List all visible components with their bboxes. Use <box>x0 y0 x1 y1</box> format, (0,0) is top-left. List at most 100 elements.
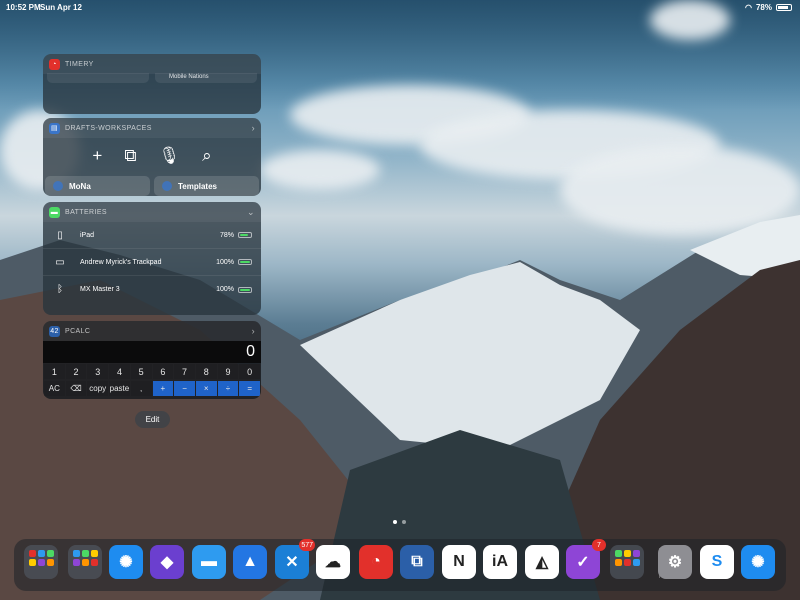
calc-key[interactable]: + <box>152 381 174 396</box>
calc-key[interactable]: − <box>174 381 195 396</box>
airtable-icon: ◭ <box>535 554 549 571</box>
dock-app-folder-3[interactable] <box>610 545 644 579</box>
timery-header[interactable]: ◔ TIMERY <box>43 54 261 74</box>
calc-key[interactable]: ⌫ <box>65 381 87 396</box>
dock-app-tweetbot-tasks[interactable]: ✕ 577 <box>275 539 315 579</box>
trackpad-icon: ▭ <box>55 256 65 268</box>
battery-row: ▯ iPad 78% <box>43 222 261 249</box>
status-right: ◠ 78% <box>745 3 792 12</box>
dock-app-safari[interactable]: ✺ <box>109 545 143 579</box>
battery-row: ▭ Andrew Myrick's Trackpad 100% <box>43 249 261 276</box>
workspace-button-templates[interactable]: Templates <box>154 176 259 196</box>
drafts-icon: ▤ <box>49 122 60 134</box>
drafts-actions: + ⧉ 🎙 ⌕ <box>43 138 261 176</box>
workspace-button-mona[interactable]: MoNa <box>45 176 150 196</box>
battery-level-fill <box>240 234 248 236</box>
dock-app-timery[interactable]: ◔ <box>359 545 393 579</box>
dock-app-airtable[interactable]: ◭ <box>525 545 559 579</box>
plus-icon[interactable]: + <box>92 146 102 176</box>
copy-icon[interactable]: ⧉ <box>124 146 136 176</box>
notification-badge: 577 <box>299 539 315 551</box>
drafts-workspace-buttons: MoNa Templates <box>43 176 261 196</box>
timery-chip[interactable] <box>47 73 149 83</box>
status-date: Sun Apr 12 <box>40 3 82 12</box>
dock-app-settings[interactable]: ⚙ <box>658 545 692 579</box>
calc-key[interactable]: AC <box>44 381 65 396</box>
device-percent: 100% <box>216 286 234 293</box>
settings-icon: ⚙ <box>667 554 683 571</box>
timery-title: TIMERY <box>65 60 94 68</box>
battery-level-bar <box>238 286 252 293</box>
calc-key[interactable]: 7 <box>174 364 195 379</box>
calc-key[interactable]: paste <box>109 381 130 396</box>
workspace-label: Templates <box>178 181 217 191</box>
drafts-widget[interactable]: ▤ DRAFTS-WORKSPACES › + ⧉ 🎙 ⌕ MoNa Templ… <box>43 118 261 196</box>
dock-app-omnifocus[interactable]: ✓ 7 <box>566 539 606 579</box>
timery-chips: Mobile Nations <box>43 73 261 83</box>
workspace-label: MoNa <box>69 181 91 191</box>
tweetbot-tasks-icon: ✕ <box>285 554 299 571</box>
dock-app-ia-writer[interactable]: iA <box>483 545 517 579</box>
calc-key[interactable]: ÷ <box>217 381 239 396</box>
spark-icon: ▲ <box>242 553 258 570</box>
dock-app-skype[interactable]: S <box>700 545 734 579</box>
drafts-header[interactable]: ▤ DRAFTS-WORKSPACES › <box>43 118 261 138</box>
dock-app-shortcuts[interactable]: ◆ <box>150 545 184 579</box>
timery-chip[interactable]: Mobile Nations <box>155 73 257 83</box>
notification-badge: 7 <box>592 539 606 551</box>
page-indicator[interactable] <box>393 520 406 524</box>
microphone-icon[interactable]: 🎙 <box>158 146 180 176</box>
calc-key[interactable]: 3 <box>87 364 109 379</box>
skype-icon: S <box>711 553 723 570</box>
dock-app-screens[interactable]: ⧉ <box>400 545 434 579</box>
edit-button[interactable]: Edit <box>135 411 170 428</box>
battery-row: ᛒ MX Master 3 100% <box>43 276 261 303</box>
dock-app-spark[interactable]: ▲ <box>233 545 267 579</box>
batteries-title: BATTERIES <box>65 208 107 216</box>
shortcuts-icon: ◆ <box>160 554 174 571</box>
device-name: iPad <box>80 231 95 239</box>
ipad-icon: ▯ <box>57 229 63 241</box>
chevron-right-icon[interactable]: › <box>252 326 255 336</box>
ia-writer-icon: iA <box>492 553 508 570</box>
battery-level-bar <box>238 232 252 238</box>
batteries-widget[interactable]: ▬ BATTERIES ⌄ ▯ iPad 78% ▭ Andrew Myrick… <box>43 202 261 315</box>
batteries-header[interactable]: ▬ BATTERIES ⌄ <box>43 202 261 222</box>
calc-key[interactable]: 6 <box>152 364 174 379</box>
timery-widget[interactable]: ◔ TIMERY Mobile Nations <box>43 54 261 114</box>
calc-key[interactable]: copy <box>87 381 109 396</box>
calc-key[interactable]: 2 <box>65 364 87 379</box>
chevron-right-icon[interactable]: › <box>252 123 255 133</box>
pcalc-header[interactable]: 42 PCALC › <box>43 321 261 341</box>
safari-2-icon: ✺ <box>751 554 765 571</box>
calc-key[interactable]: 5 <box>130 364 152 379</box>
calc-key[interactable]: × <box>195 381 217 396</box>
chevron-down-icon[interactable]: ⌄ <box>247 207 255 218</box>
dock-app-folder-2[interactable] <box>68 545 102 579</box>
calc-key[interactable]: 4 <box>109 364 130 379</box>
dock-app-notion[interactable]: N <box>442 545 476 579</box>
calc-function-row: AC ⌫ copy paste, + − × ÷ = <box>43 380 261 397</box>
search-icon[interactable]: ⌕ <box>202 146 212 176</box>
pcalc-widget[interactable]: 42 PCALC › 0 1234567890 AC ⌫ copy paste, + − ×… <box>43 321 261 399</box>
battery-icon <box>776 4 792 11</box>
page-dot <box>393 520 397 524</box>
calc-key[interactable]: 9 <box>217 364 239 379</box>
calc-key[interactable]: , <box>130 381 152 396</box>
status-time: 10:52 PM <box>6 3 41 12</box>
calc-key[interactable]: 8 <box>195 364 217 379</box>
pcalc-icon: 42 <box>49 325 60 337</box>
device-name: MX Master 3 <box>80 286 120 293</box>
calc-key[interactable]: 0 <box>239 364 260 379</box>
battery-level-fill <box>240 261 250 263</box>
calc-display: 0 <box>43 341 261 363</box>
dock-app-safari-2[interactable]: ✺ <box>741 545 775 579</box>
page-dot <box>402 520 406 524</box>
dock-app-files[interactable]: ▬ <box>192 545 226 579</box>
calc-key[interactable]: 1 <box>44 364 65 379</box>
dock-app-folder-1[interactable] <box>24 545 58 579</box>
files-icon: ▬ <box>201 553 217 570</box>
calc-key[interactable]: = <box>239 381 260 396</box>
bluetooth-icon: ᛒ <box>57 284 63 295</box>
dock-app-icloud[interactable]: ☁ <box>316 545 350 579</box>
